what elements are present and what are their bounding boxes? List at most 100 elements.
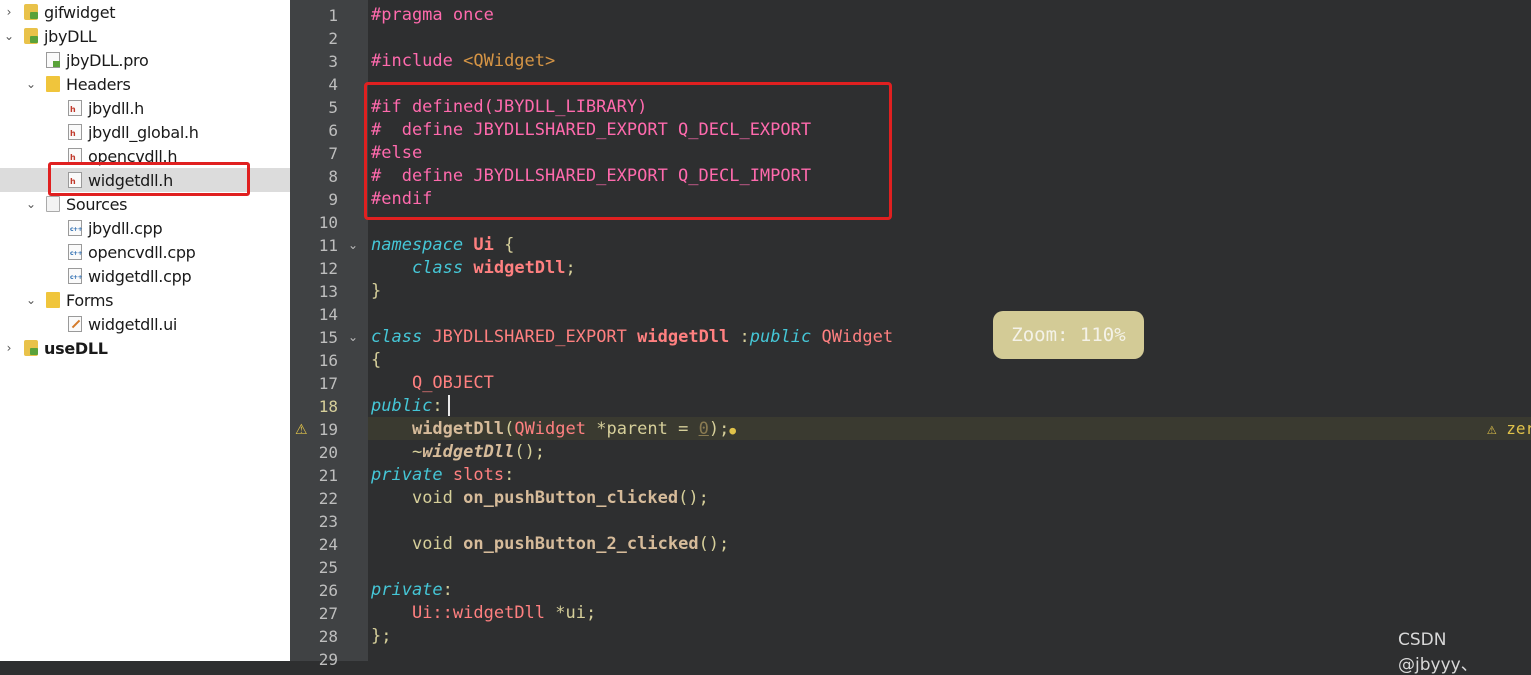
tree-item-usedll[interactable]: › useDLL <box>0 336 290 360</box>
tree-item-jbydll-global-h[interactable]: h jbydll_global.h <box>0 120 290 144</box>
cpp-file-icon: c++ <box>68 268 83 284</box>
code-line-27: Ui::widgetDll *ui; <box>371 602 596 625</box>
line-number: 1 <box>328 6 338 25</box>
code-token: public <box>749 327 812 347</box>
line-number: 14 <box>318 305 338 324</box>
tree-label: Sources <box>66 194 128 214</box>
cpp-file-icon: c++ <box>68 220 83 236</box>
code-token: on_pushButton_clicked <box>463 488 679 508</box>
fold-arrow-icon[interactable]: ⌄ <box>346 326 360 349</box>
code-token: : <box>432 396 443 416</box>
code-token: Q_OBJECT <box>411 373 494 393</box>
line-number: 23 <box>318 512 338 531</box>
code-token: { <box>504 235 515 255</box>
code-token: private <box>371 465 443 485</box>
lightbulb-icon[interactable]: ● <box>729 424 736 437</box>
code-token: ; <box>565 258 576 278</box>
code-line-11: namespace Ui { <box>371 234 514 257</box>
project-icon <box>24 4 38 20</box>
tree-label: Forms <box>66 290 114 310</box>
tree-item-jbydll-cpp[interactable]: c++ jbydll.cpp <box>0 216 290 240</box>
project-icon <box>24 340 38 356</box>
code-token: 0 <box>698 419 709 439</box>
tree-item-jbydll[interactable]: ⌄ jbyDLL <box>0 24 290 48</box>
ui-file-icon <box>68 316 82 332</box>
code-line-12: class widgetDll; <box>371 257 576 280</box>
tree-item-forms[interactable]: ⌄ Forms <box>0 288 290 312</box>
code-token: #include <box>371 51 464 71</box>
sources-folder-icon <box>46 196 60 212</box>
line-number: 13 <box>318 282 338 301</box>
tree-label: gifwidget <box>44 2 116 22</box>
text-cursor <box>448 395 450 416</box>
code-line-21: private slots: <box>371 464 514 487</box>
line-number: 8 <box>328 167 338 186</box>
code-token: : <box>739 327 750 347</box>
code-token: public <box>371 396 433 416</box>
code-line-16: { <box>371 349 381 372</box>
code-line-19: widgetDll(QWidget *parent = 0);● <box>371 418 736 441</box>
line-number: 2 <box>328 29 338 48</box>
tree-item-jbydll-h[interactable]: h jbydll.h <box>0 96 290 120</box>
line-number: 28 <box>318 627 338 646</box>
line-number: 3 <box>328 52 338 71</box>
tree-label: jbydll_global.h <box>88 122 199 142</box>
chevron-right-icon[interactable]: › <box>2 0 16 24</box>
warning-icon[interactable]: ⚠ <box>295 420 308 438</box>
annotation-box-define <box>364 82 892 220</box>
code-token: *ui; <box>545 603 597 623</box>
tree-item-widgetdll-cpp[interactable]: c++ widgetdll.cpp <box>0 264 290 288</box>
chevron-down-icon[interactable]: ⌄ <box>2 24 16 48</box>
code-token: on_pushButton_2_clicked <box>463 534 699 554</box>
chevron-down-icon[interactable]: ⌄ <box>24 192 38 216</box>
tree-label: Headers <box>66 74 131 94</box>
code-line-1: #pragma once <box>371 4 494 27</box>
line-number: 11 <box>318 236 338 255</box>
code-token: widgetDll <box>473 258 566 278</box>
line-number: 21 <box>318 466 338 485</box>
code-token: void <box>411 488 453 508</box>
line-number: 29 <box>318 650 338 669</box>
project-tree[interactable]: › gifwidget ⌄ jbyDLL jbyDLL.pro ⌄ Header… <box>0 0 290 661</box>
project-icon <box>24 28 38 44</box>
inline-warning-text[interactable]: ⚠ zer <box>1487 417 1531 440</box>
code-token: (); <box>514 442 546 462</box>
tree-label: jbyDLL.pro <box>66 50 149 70</box>
line-number: 7 <box>328 144 338 163</box>
code-token: ( <box>504 419 515 439</box>
code-token: slots <box>452 465 505 485</box>
code-line-20: ~widgetDll(); <box>371 441 545 464</box>
tree-item-widgetdll-ui[interactable]: widgetdll.ui <box>0 312 290 336</box>
line-number: 16 <box>318 351 338 370</box>
code-line-18: public: <box>371 395 443 418</box>
line-number: 4 <box>328 75 338 94</box>
code-token: (); <box>698 534 730 554</box>
tree-label: jbydll.cpp <box>88 218 163 238</box>
tree-item-opencvdll-cpp[interactable]: c++ opencvdll.cpp <box>0 240 290 264</box>
chevron-down-icon[interactable]: ⌄ <box>24 72 38 96</box>
tree-item-jbydll-pro[interactable]: jbyDLL.pro <box>0 48 290 72</box>
line-number: 18 <box>318 397 338 416</box>
line-number: 12 <box>318 259 338 278</box>
code-token: <QWidget> <box>463 51 556 71</box>
code-line-13: } <box>371 280 381 303</box>
code-token: { <box>371 350 382 370</box>
code-token: widgetDll <box>411 419 505 439</box>
line-number: 20 <box>318 443 338 462</box>
line-number: 9 <box>328 190 338 209</box>
code-token: QWidget <box>821 327 894 347</box>
fold-arrow-icon[interactable]: ⌄ <box>346 234 360 257</box>
tree-label: jbydll.h <box>88 98 144 118</box>
tree-item-headers[interactable]: ⌄ Headers <box>0 72 290 96</box>
code-token: widgetDll <box>452 603 546 623</box>
code-token: ~ <box>411 442 423 462</box>
zoom-indicator: Zoom: 110% <box>993 311 1144 359</box>
chevron-right-icon[interactable]: › <box>2 336 16 360</box>
tree-item-gifwidget[interactable]: › gifwidget <box>0 0 290 24</box>
forms-folder-icon <box>46 292 60 308</box>
chevron-down-icon[interactable]: ⌄ <box>24 288 38 312</box>
code-token: ); <box>708 419 730 439</box>
code-token: JBYDLLSHARED_EXPORT <box>432 327 627 347</box>
code-token: *parent = <box>585 419 699 439</box>
line-number: 5 <box>328 98 338 117</box>
